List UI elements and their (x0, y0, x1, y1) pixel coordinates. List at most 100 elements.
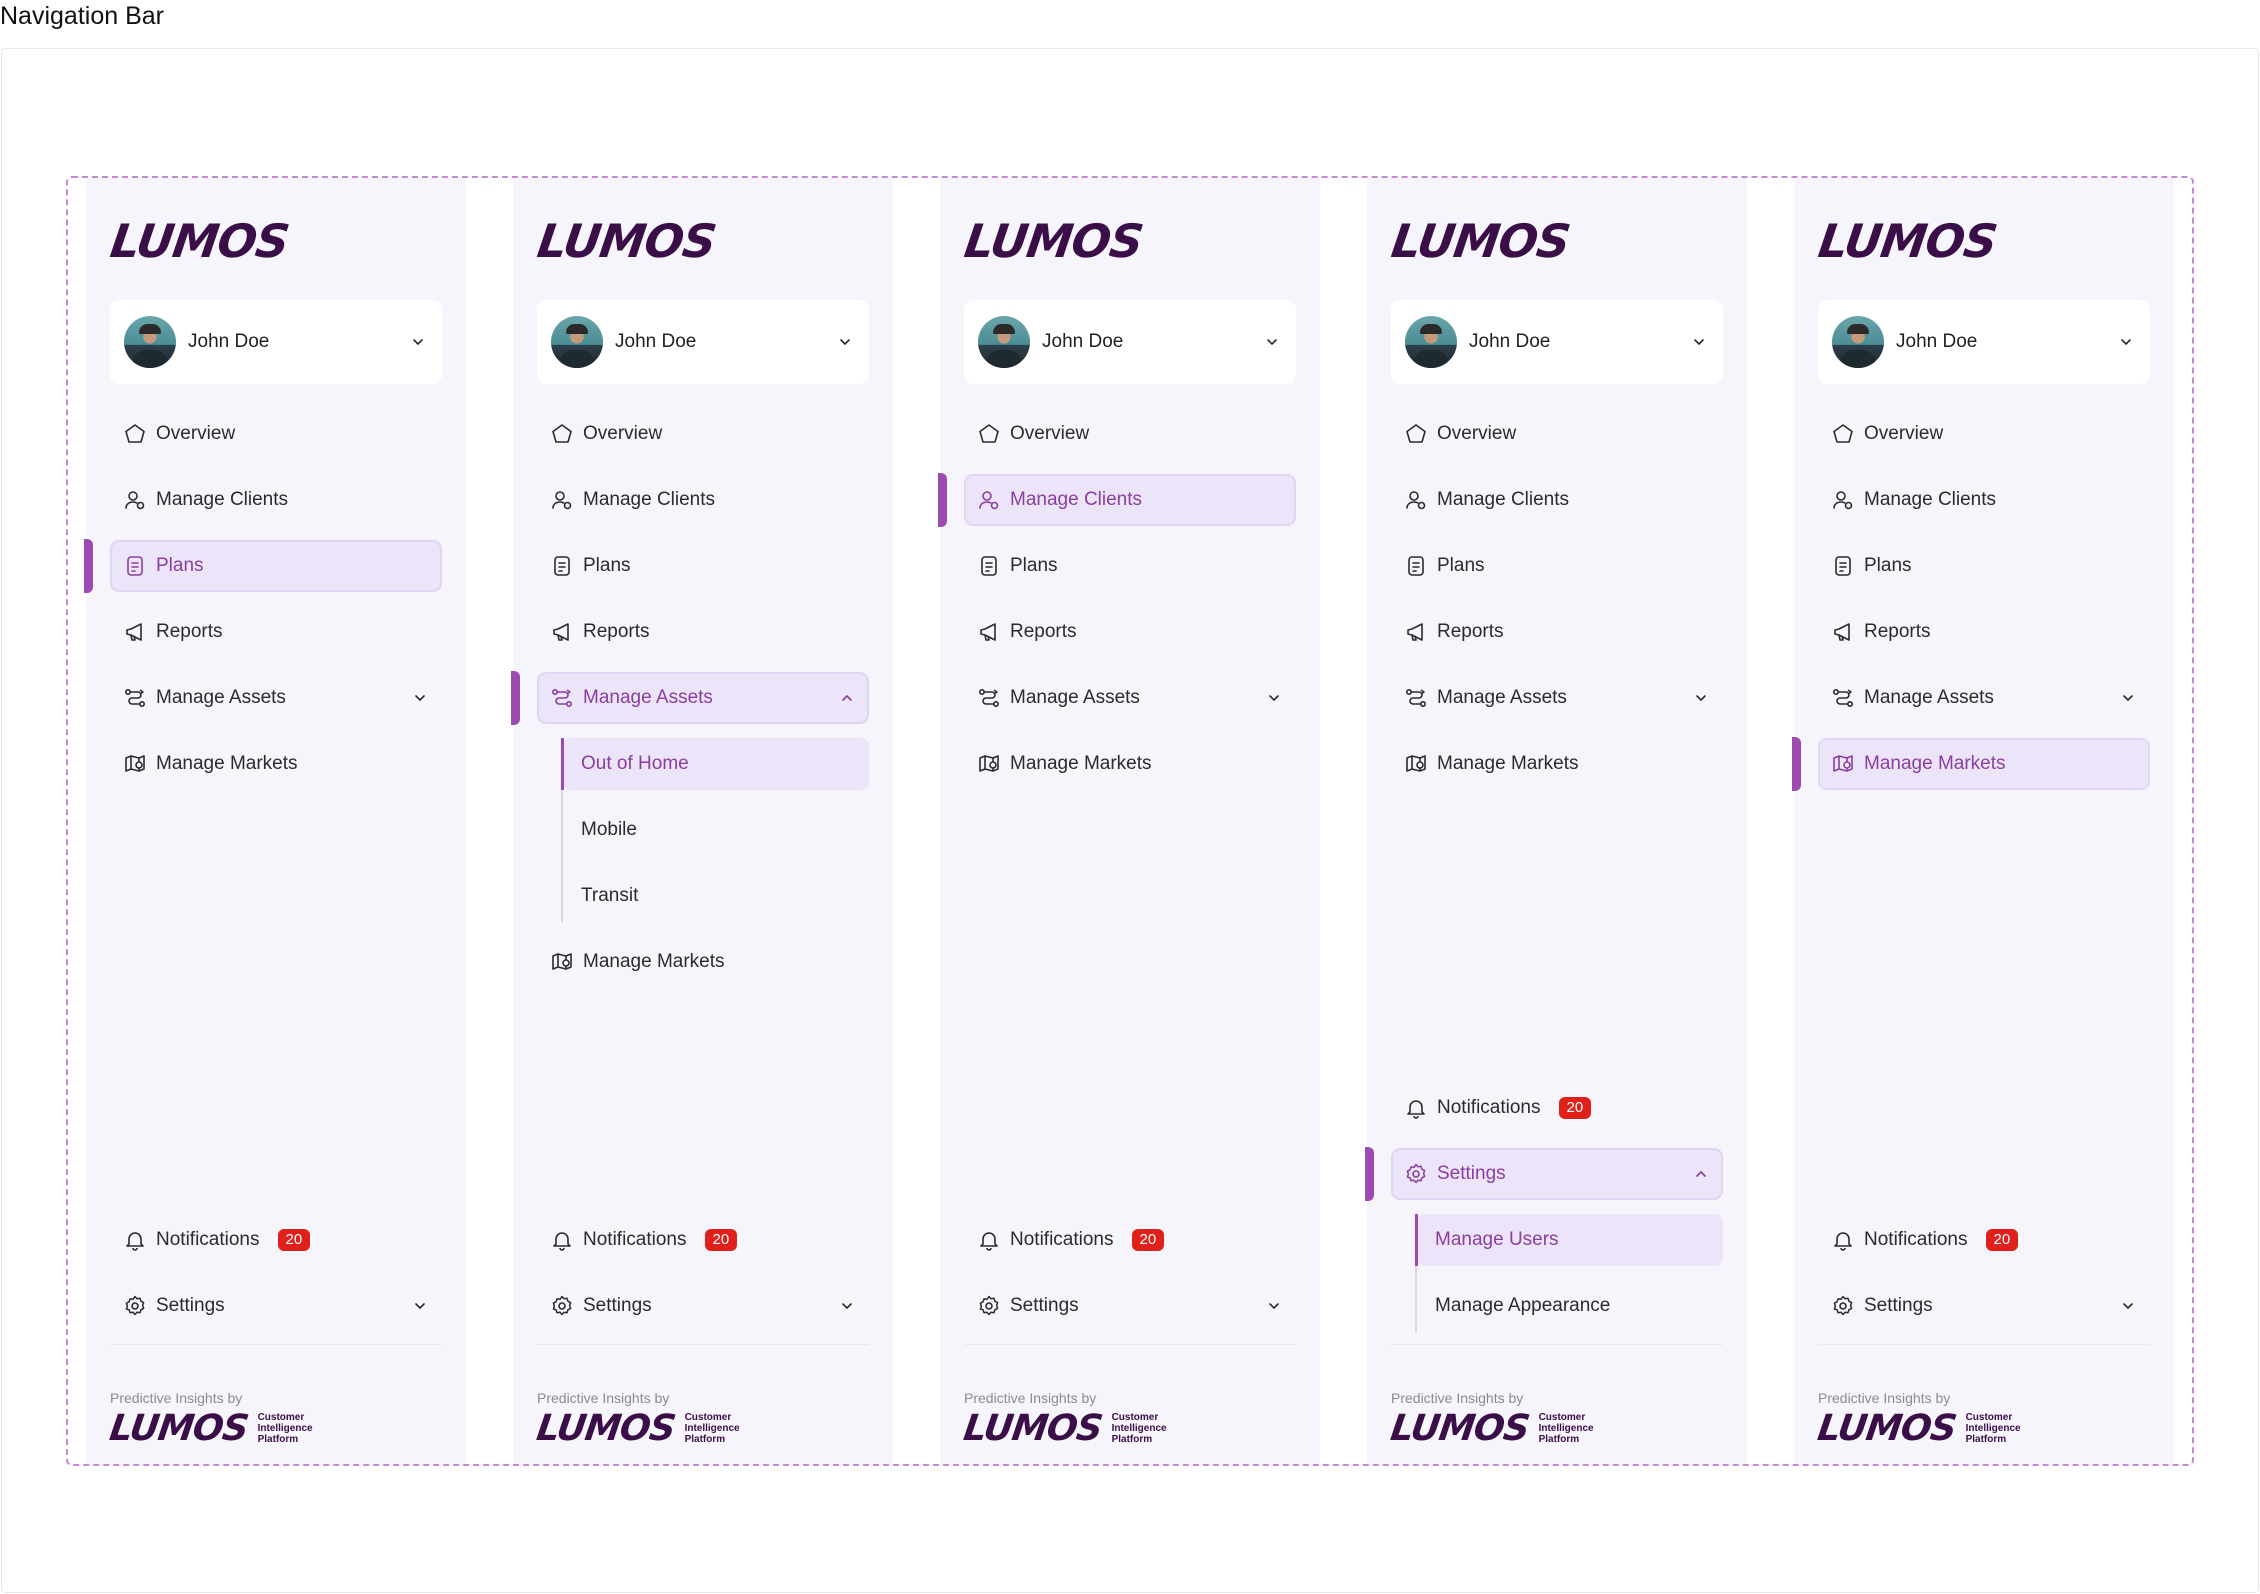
nav-item-notifications[interactable]: Notifications 20 (537, 1214, 869, 1266)
reports-icon (1403, 619, 1429, 645)
submenu-item[interactable]: Out of Home (563, 738, 869, 790)
nav-item-manage-clients[interactable]: Manage Clients (1818, 474, 2150, 526)
submenu-item[interactable]: Transit (563, 870, 869, 922)
nav-label: Manage Markets (1010, 753, 1152, 774)
footer-logo: LUMOS (1388, 1408, 1532, 1449)
nav-item-manage-markets[interactable]: Manage Markets (110, 738, 442, 790)
nav-item-reports[interactable]: Reports (537, 606, 869, 658)
nav-item-notifications[interactable]: Notifications 20 (964, 1214, 1296, 1266)
avatar (124, 316, 176, 368)
nav-item-plans[interactable]: Plans (537, 540, 869, 592)
nav-item-manage-assets[interactable]: Manage Assets (1391, 672, 1723, 724)
reports-icon (122, 619, 148, 645)
nav-item-manage-markets[interactable]: Manage Markets (1391, 738, 1723, 790)
footer-tagline: Customer Intelligence Platform (258, 1412, 313, 1445)
nav-label: Manage Assets (583, 687, 713, 708)
nav-item-settings[interactable]: Settings (110, 1280, 442, 1332)
sidebar-variant-2: LUMOS John Doe Overview Manage Clients Plans… (511, 178, 893, 1464)
lumos-logo[interactable]: LUMOS (1388, 214, 1573, 268)
nav-label: Reports (1437, 621, 1504, 642)
nav-label: Reports (583, 621, 650, 642)
reports-icon (549, 619, 575, 645)
nav-item-reports[interactable]: Reports (1391, 606, 1723, 658)
nav-item-manage-assets[interactable]: Manage Assets (964, 672, 1296, 724)
nav-item-plans[interactable]: Plans (1391, 540, 1723, 592)
chevron-down-icon (2118, 688, 2138, 708)
manage-assets-icon (1830, 685, 1856, 711)
nav-item-settings[interactable]: Settings (1818, 1280, 2150, 1332)
sidebar-variant-3: LUMOS John Doe Overview Manage Clients Plans… (938, 178, 1320, 1464)
nav-item-overview[interactable]: Overview (110, 408, 442, 460)
nav-label: Reports (156, 621, 223, 642)
avatar (978, 316, 1030, 368)
footer-caption: Predictive Insights by (110, 1390, 243, 1406)
lumos-logo[interactable]: LUMOS (961, 214, 1146, 268)
footer-tagline: Customer Intelligence Platform (685, 1412, 740, 1445)
manage-clients-icon (1403, 487, 1429, 513)
nav-item-notifications[interactable]: Notifications 20 (1391, 1082, 1723, 1134)
nav-item-notifications[interactable]: Notifications 20 (110, 1214, 442, 1266)
nav-item-manage-markets[interactable]: Manage Markets (964, 738, 1296, 790)
submenu-item[interactable]: Mobile (563, 804, 869, 856)
logo-text: LUMOS (1815, 214, 2000, 268)
nav-item-reports[interactable]: Reports (964, 606, 1296, 658)
nav-item-reports[interactable]: Reports (110, 606, 442, 658)
nav-item-plans[interactable]: Plans (1818, 540, 2150, 592)
footer-brand: LUMOS Customer Intelligence Platform (961, 1408, 1166, 1449)
user-switcher[interactable]: John Doe (537, 300, 869, 384)
chevron-down-icon (410, 688, 430, 708)
submenu-item[interactable]: Manage Users (1417, 1214, 1723, 1266)
submenu-label: Out of Home (581, 753, 689, 774)
footer-brand: LUMOS Customer Intelligence Platform (534, 1408, 740, 1449)
sidebar-footer: Predictive Insights by LUMOS Customer Intel… (534, 1390, 740, 1449)
nav-item-manage-assets[interactable]: Manage Assets (537, 672, 869, 724)
notifications-icon (1403, 1095, 1429, 1121)
nav-label: Overview (583, 423, 663, 444)
user-switcher[interactable]: John Doe (964, 300, 1296, 384)
nav-label: Plans (1010, 555, 1058, 576)
nav-item-manage-markets[interactable]: Manage Markets (537, 936, 869, 988)
submenu-item[interactable]: Manage Appearance (1417, 1280, 1723, 1332)
footer-caption: Predictive Insights by (537, 1390, 670, 1406)
nav-item-settings[interactable]: Settings (964, 1280, 1296, 1332)
nav-item-manage-assets[interactable]: Manage Assets (1818, 672, 2150, 724)
nav-item-manage-clients[interactable]: Manage Clients (537, 474, 869, 526)
avatar (1832, 316, 1884, 368)
nav-item-manage-clients[interactable]: Manage Clients (964, 474, 1296, 526)
nav-item-manage-clients[interactable]: Manage Clients (1391, 474, 1723, 526)
nav-item-plans[interactable]: Plans (110, 540, 442, 592)
nav-item-settings[interactable]: Settings (1391, 1148, 1723, 1200)
nav-item-manage-clients[interactable]: Manage Clients (110, 474, 442, 526)
nav-item-overview[interactable]: Overview (537, 408, 869, 460)
user-switcher[interactable]: John Doe (110, 300, 442, 384)
plans-icon (549, 553, 575, 579)
nav-item-settings[interactable]: Settings (537, 1280, 869, 1332)
nav-item-manage-assets[interactable]: Manage Assets (110, 672, 442, 724)
nav-item-reports[interactable]: Reports (1818, 606, 2150, 658)
nav-label: Manage Assets (156, 687, 286, 708)
nav-item-overview[interactable]: Overview (964, 408, 1296, 460)
user-switcher[interactable]: John Doe (1818, 300, 2150, 384)
lumos-logo[interactable]: LUMOS (534, 214, 719, 268)
nav-label: Overview (156, 423, 236, 444)
tagline-line: Customer (684, 1412, 732, 1423)
nav-label: Plans (583, 555, 631, 576)
nav-label: Manage Clients (1010, 489, 1143, 510)
nav-item-notifications[interactable]: Notifications 20 (1818, 1214, 2150, 1266)
chevron-down-icon (837, 1296, 857, 1316)
nav-item-manage-markets[interactable]: Manage Markets (1818, 738, 2150, 790)
nav-label: Manage Assets (1437, 687, 1567, 708)
divider (537, 1344, 869, 1345)
chevron-down-icon (1691, 688, 1711, 708)
footer-caption: Predictive Insights by (964, 1390, 1097, 1406)
overview-icon (549, 421, 575, 447)
nav-item-plans[interactable]: Plans (964, 540, 1296, 592)
notification-badge: 20 (1558, 1097, 1592, 1119)
nav-item-overview[interactable]: Overview (1391, 408, 1723, 460)
lumos-logo[interactable]: LUMOS (107, 214, 292, 268)
nav-item-overview[interactable]: Overview (1818, 408, 2150, 460)
chevron-up-icon (837, 688, 857, 708)
lumos-logo[interactable]: LUMOS (1815, 214, 2000, 268)
user-switcher[interactable]: John Doe (1391, 300, 1723, 384)
footer-caption: Predictive Insights by (1818, 1390, 1951, 1406)
